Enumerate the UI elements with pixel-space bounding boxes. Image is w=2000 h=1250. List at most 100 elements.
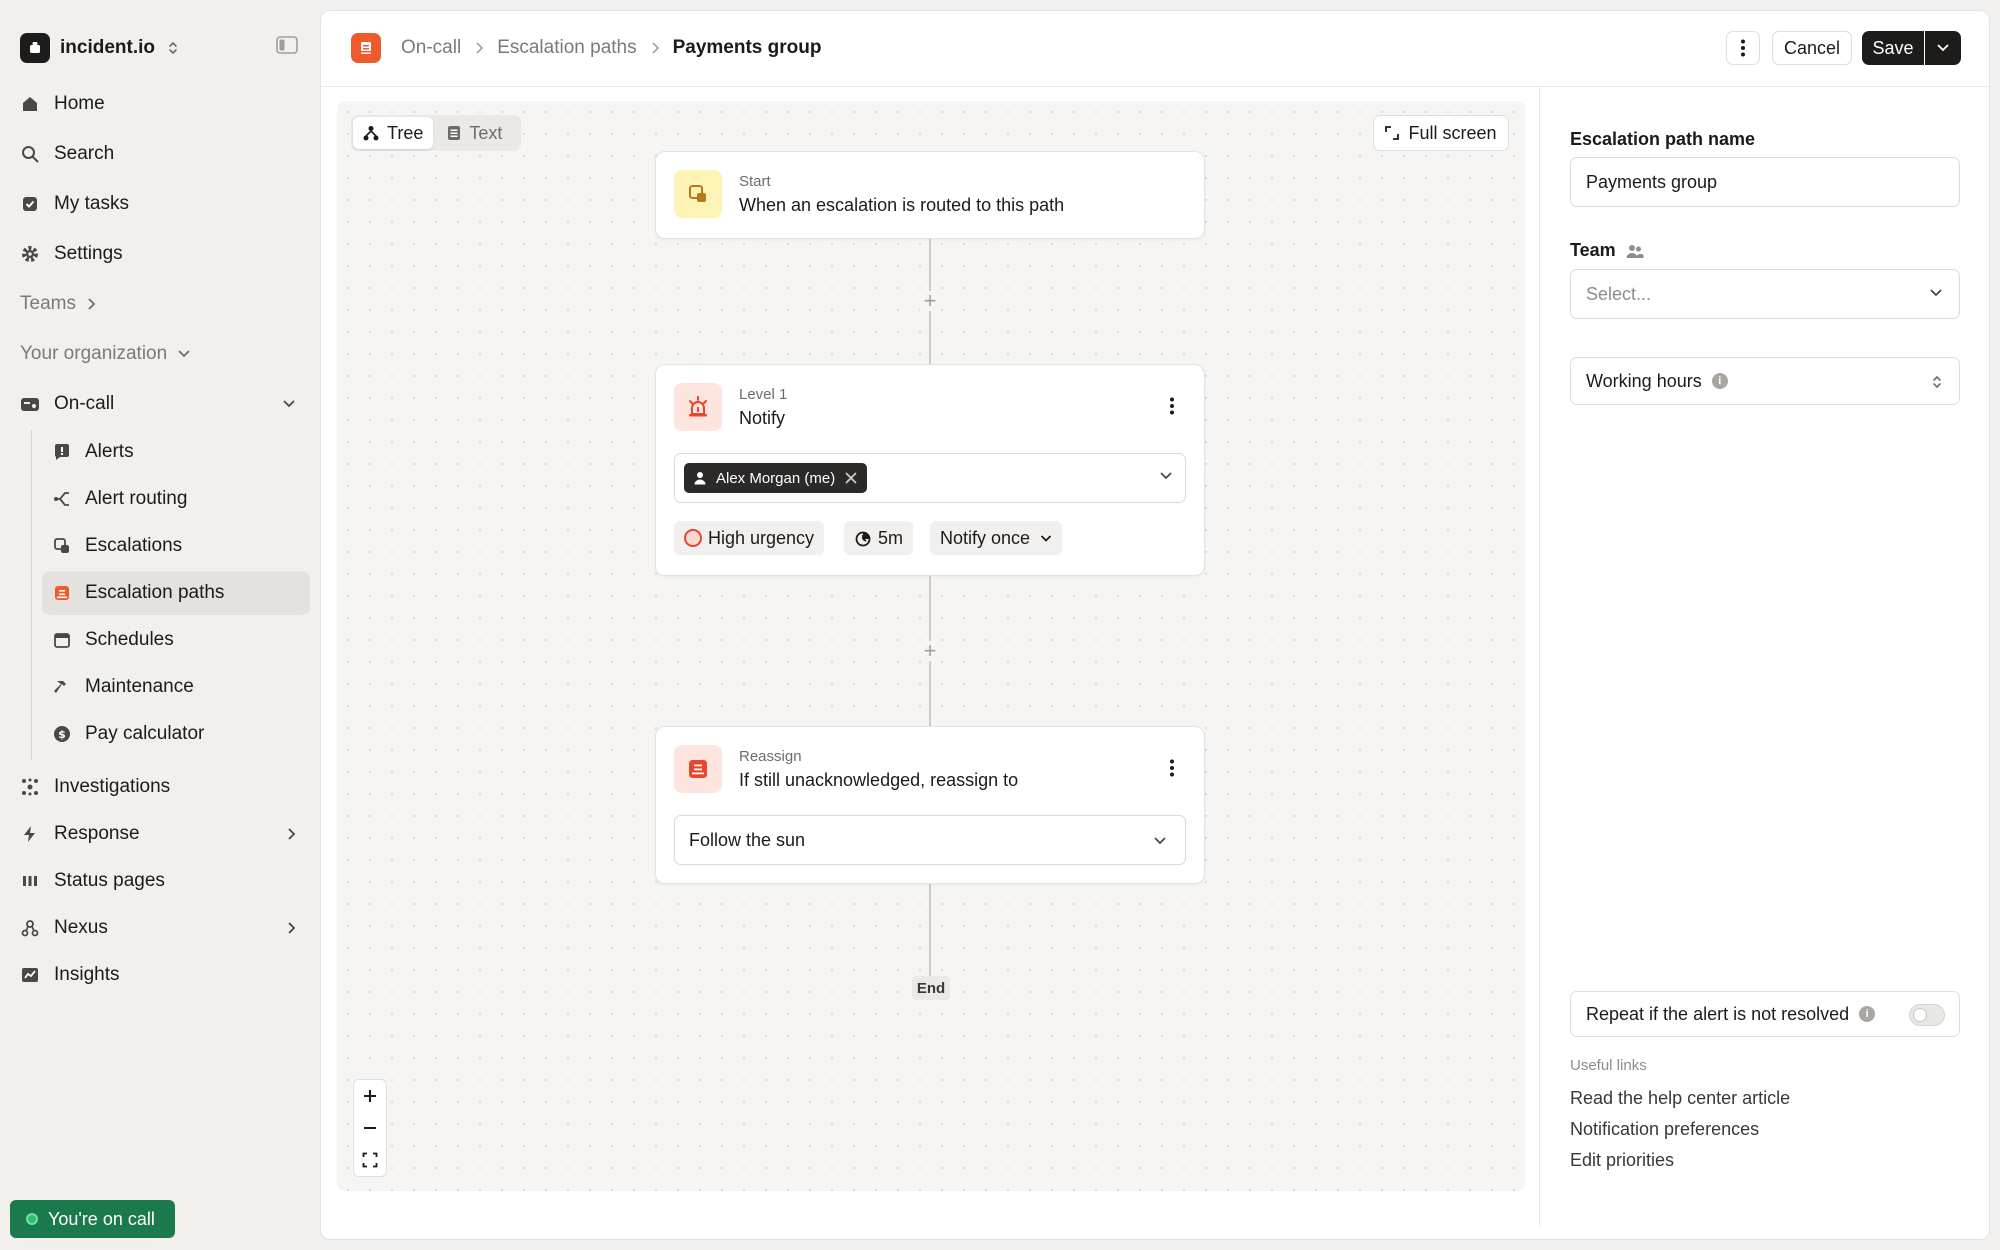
org-switcher[interactable]: incident.io bbox=[20, 32, 179, 64]
level-kicker: Level 1 bbox=[739, 386, 788, 403]
close-icon[interactable] bbox=[845, 472, 857, 484]
breadcrumb-on-call[interactable]: On-call bbox=[401, 37, 461, 59]
oncall-status-badge[interactable]: You're on call bbox=[10, 1200, 175, 1238]
nexus-icon bbox=[20, 918, 40, 938]
org-section-label: Your organization bbox=[20, 343, 168, 364]
nav-escalation-paths[interactable]: Escalation paths bbox=[42, 571, 310, 615]
reassign-menu-icon[interactable] bbox=[1170, 759, 1174, 777]
view-text-label: Text bbox=[469, 122, 503, 143]
view-text-button[interactable]: Text bbox=[437, 117, 512, 149]
nav-schedules[interactable]: Schedules bbox=[42, 618, 310, 662]
nav-on-call[interactable]: On-call bbox=[20, 382, 308, 426]
escalation-canvas[interactable]: Tree Text Full screen Start When an esca… bbox=[337, 101, 1525, 1191]
calendar-icon bbox=[53, 631, 71, 649]
siren-icon bbox=[674, 383, 722, 431]
nav-status-pages[interactable]: Status pages bbox=[20, 859, 308, 903]
save-options-button[interactable] bbox=[1925, 31, 1961, 65]
fullscreen-button[interactable]: Full screen bbox=[1373, 115, 1509, 151]
chevron-right-icon bbox=[288, 828, 296, 840]
zoom-out-button[interactable] bbox=[354, 1112, 386, 1144]
oncall-tree-line bbox=[31, 430, 32, 760]
nav-investigations[interactable]: Investigations bbox=[20, 765, 308, 809]
urgency-label: High urgency bbox=[708, 527, 815, 548]
gear-icon bbox=[20, 244, 40, 264]
cancel-button[interactable]: Cancel bbox=[1772, 31, 1852, 65]
fit-view-button[interactable] bbox=[354, 1144, 386, 1176]
chevron-down-icon bbox=[178, 350, 190, 358]
start-node[interactable]: Start When an escalation is routed to th… bbox=[655, 151, 1205, 239]
recipient-name: Alex Morgan (me) bbox=[716, 469, 836, 487]
minus-icon bbox=[364, 1127, 376, 1129]
delay-label: 5m bbox=[878, 527, 904, 548]
status-dot bbox=[26, 1213, 38, 1225]
team-placeholder: Select... bbox=[1586, 283, 1652, 304]
teams-label: Teams bbox=[20, 293, 76, 314]
nav-label: Response bbox=[54, 823, 140, 844]
nav-label: Nexus bbox=[54, 917, 108, 938]
reassign-node[interactable]: Reassign If still unacknowledged, reassi… bbox=[655, 726, 1205, 884]
notify-mode-label: Notify once bbox=[940, 527, 1031, 548]
help-center-link[interactable]: Read the help center article bbox=[1570, 1088, 1790, 1109]
recipient-select[interactable]: Alex Morgan (me) bbox=[674, 453, 1186, 503]
repeat-toggle[interactable] bbox=[1909, 1004, 1945, 1026]
hammer-icon bbox=[53, 678, 71, 696]
level-1-node[interactable]: Level 1 Notify Alex Morgan (me) High urg… bbox=[655, 364, 1205, 576]
nav-nexus[interactable]: Nexus bbox=[20, 906, 308, 950]
nav-insights[interactable]: Insights bbox=[20, 953, 308, 997]
nav-label: Alert routing bbox=[85, 488, 188, 509]
notification-preferences-link[interactable]: Notification preferences bbox=[1570, 1119, 1759, 1140]
nav-home[interactable]: Home bbox=[20, 82, 308, 126]
org-name: incident.io bbox=[60, 37, 155, 58]
edit-priorities-link[interactable]: Edit priorities bbox=[1570, 1150, 1674, 1171]
nav-label: Investigations bbox=[54, 776, 171, 797]
nav-alerts[interactable]: Alerts bbox=[42, 430, 310, 474]
more-options-button[interactable] bbox=[1726, 31, 1760, 65]
team-select[interactable]: Select... bbox=[1570, 269, 1960, 319]
nav-search[interactable]: Search bbox=[20, 132, 308, 176]
reassign-target-select[interactable]: Follow the sun bbox=[674, 815, 1186, 865]
svg-text:$: $ bbox=[58, 728, 66, 741]
reassign-title: If still unacknowledged, reassign to bbox=[739, 770, 1019, 790]
nav-your-organization[interactable]: Your organization bbox=[20, 332, 308, 376]
sidebar-collapse-icon[interactable] bbox=[276, 36, 298, 54]
add-level-button[interactable]: + bbox=[920, 288, 940, 313]
nav-escalations[interactable]: Escalations bbox=[42, 524, 310, 568]
timer-icon bbox=[855, 531, 871, 547]
add-level-button[interactable]: + bbox=[920, 638, 940, 663]
routing-icon bbox=[53, 490, 71, 508]
view-toggle: Tree Text bbox=[351, 115, 521, 151]
breadcrumb-escalation-paths[interactable]: Escalation paths bbox=[497, 37, 636, 59]
save-button[interactable]: Save bbox=[1862, 31, 1924, 65]
nav-teams[interactable]: Teams bbox=[20, 282, 308, 326]
tree-icon bbox=[363, 126, 379, 141]
escalation-path-icon bbox=[53, 584, 71, 602]
recipient-chip: Alex Morgan (me) bbox=[684, 463, 868, 493]
main-panel: On-call Escalation paths Payments group … bbox=[320, 10, 1990, 1240]
start-title: When an escalation is routed to this pat… bbox=[739, 195, 1065, 215]
team-icon bbox=[1626, 244, 1644, 258]
working-hours-section[interactable]: Working hours i bbox=[1570, 357, 1960, 405]
delay-select[interactable]: 5m bbox=[844, 521, 914, 555]
insights-icon bbox=[20, 965, 40, 985]
zoom-in-button[interactable] bbox=[354, 1080, 386, 1112]
nav-pay-calculator[interactable]: $ Pay calculator bbox=[42, 712, 310, 756]
nav-my-tasks[interactable]: My tasks bbox=[20, 182, 308, 226]
level-menu-icon[interactable] bbox=[1170, 397, 1174, 415]
page-header: On-call Escalation paths Payments group … bbox=[321, 11, 1989, 87]
nav-settings[interactable]: Settings bbox=[20, 232, 308, 276]
urgency-select[interactable]: High urgency bbox=[674, 521, 825, 555]
nav-alert-routing[interactable]: Alert routing bbox=[42, 477, 310, 521]
nav-response[interactable]: Response bbox=[20, 812, 308, 856]
view-tree-button[interactable]: Tree bbox=[353, 117, 434, 149]
oncall-icon bbox=[20, 394, 40, 414]
team-label-row: Team bbox=[1570, 240, 1644, 261]
info-icon: i bbox=[1859, 1006, 1876, 1022]
nav-maintenance[interactable]: Maintenance bbox=[42, 665, 310, 709]
urgency-icon bbox=[684, 529, 702, 547]
name-input[interactable]: Payments group bbox=[1570, 157, 1960, 207]
notify-mode-select[interactable]: Notify once bbox=[930, 521, 1063, 555]
plus-icon bbox=[364, 1090, 376, 1102]
repeat-section: Repeat if the alert is not resolved i bbox=[1570, 991, 1960, 1037]
chevron-down-icon bbox=[1040, 534, 1052, 542]
chevron-right-icon bbox=[288, 922, 296, 934]
